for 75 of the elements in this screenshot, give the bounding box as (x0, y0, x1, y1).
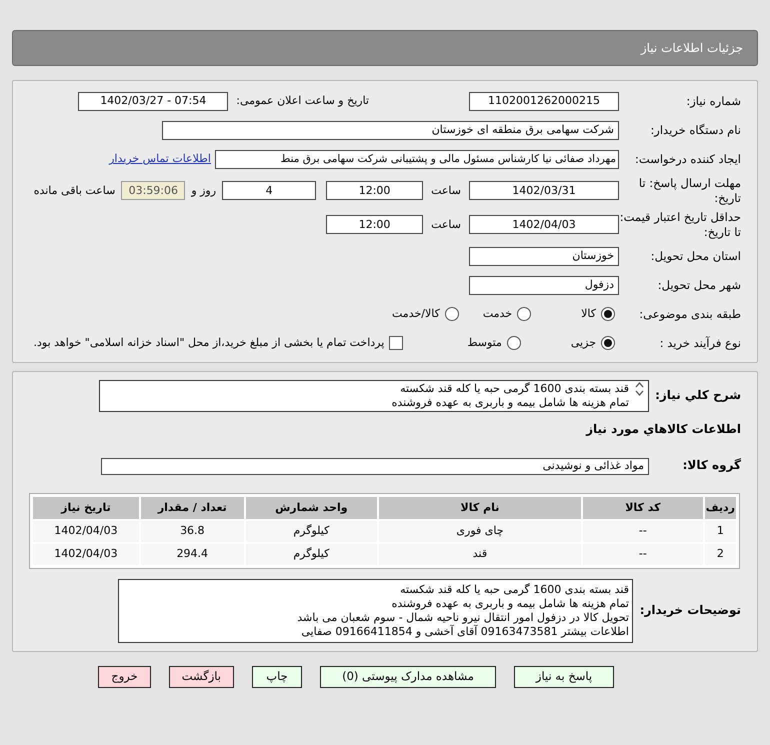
table-cell: -- (582, 544, 703, 565)
text-line: قند بسته بندی 1600 گرمی حبه یا کله قند شکسته (399, 582, 629, 597)
goods-group-field: مواد غذائی و نوشیدنی (101, 458, 649, 475)
action-button[interactable]: چاپ (252, 666, 302, 688)
text-line: تمام هزینه ها شامل بیمه و باربری به عهده فروشنده (392, 396, 629, 410)
text-line: تمام هزینه ها شامل بیمه و باربری به عهده فروشنده (390, 596, 629, 611)
text-line: اطلاعات بیشتر 09163473581 آقای آخشی و 09166411854 صفایی (300, 624, 629, 639)
table-cell: 1402/04/03 (33, 544, 139, 565)
field-label: نوع فرآیند خرید : (658, 336, 742, 351)
table-cell: چای فوری (378, 520, 581, 542)
column-header: واحد شمارش (246, 496, 377, 519)
requester-field: مهرداد صفائی نیا کارشناس مسئول مالی و پشتیبانی شرکت سهامی برق منط (215, 150, 619, 169)
deadline-time-field: 12:00 (326, 181, 424, 200)
section-heading: اطلاعات كالاهاي مورد نياز (584, 420, 742, 438)
field-label: روز و (191, 182, 216, 199)
field-label: استان محل تحویل: (650, 248, 742, 264)
column-header: تاریخ نیاز (33, 496, 139, 519)
table-cell: -- (582, 520, 703, 542)
field-label: شهر محل تحویل: (656, 278, 742, 293)
column-header: ردیف (704, 496, 736, 519)
table-cell: 294.4 (140, 544, 244, 565)
action-button[interactable]: پاسخ به نیاز (514, 666, 614, 688)
field-label: حداقل تاریخ اعتبار قیمت: تا تاریخ: (619, 210, 742, 240)
field-label: ساعت (431, 182, 461, 199)
field-label: مهلت ارسال پاسخ: تا تاریخ: (638, 176, 742, 206)
field-label: شماره نیاز: (685, 94, 742, 109)
option-label: متوسط (467, 335, 502, 351)
table-cell: 36.8 (140, 520, 244, 542)
radio-button[interactable] (601, 307, 615, 322)
field-label: تاریخ و ساعت اعلان عمومی: (236, 93, 369, 110)
table-cell: 2 (704, 544, 736, 565)
validity-time-field: 12:00 (326, 215, 424, 234)
remaining-time-field: 03:59:06 (121, 181, 186, 200)
option-label: کالا (581, 306, 596, 322)
text-line: تحویل کالا در دزفول امور انتقال نیرو ناحیه شمال - سوم شعبان می باشد (296, 610, 629, 624)
deadline-date-field: 1402/03/31 (469, 181, 619, 200)
need-number-field: 1102001262000215 (469, 92, 619, 111)
field-label: ساعت باقی مانده (34, 182, 116, 199)
scroll-arrows-icon[interactable] (635, 382, 644, 396)
field-label: توضیحات خریدار: (638, 602, 742, 619)
days-field: 4 (222, 181, 316, 200)
contact-link[interactable]: اطلاعات تماس خریدار (109, 151, 211, 168)
action-button[interactable]: مشاهده مدارک پیوستی (0) (320, 666, 496, 688)
field-label: نام دستگاه خریدار: (649, 123, 742, 138)
radio-button[interactable] (601, 336, 615, 350)
field-label: طبقه بندی موضوعی: (638, 306, 742, 322)
radio-button[interactable] (517, 307, 532, 322)
province-field: خوزستان (469, 246, 619, 266)
announce-date-field: 1402/03/27 - 07:54 (78, 92, 228, 111)
action-button[interactable]: خروج (98, 666, 151, 688)
radio-button[interactable] (506, 336, 521, 350)
table-cell: کیلوگرم (246, 544, 377, 565)
buyer-org-field: شرکت سهامی برق منطقه ای خوزستان (162, 121, 619, 140)
radio-button[interactable] (444, 307, 459, 322)
column-header: کد کالا (582, 496, 703, 519)
field-label: شرح کلي نياز: (654, 388, 742, 404)
column-header: تعداد / مقدار (140, 496, 244, 519)
field-label: گروه کالا: (682, 458, 742, 474)
checkbox[interactable] (389, 336, 404, 350)
option-label: خدمت (482, 306, 512, 322)
page-title: جزئیات اطلاعات نیاز (12, 30, 758, 66)
column-header: نام کالا (378, 496, 581, 519)
field-label: ایجاد کننده درخواست: (634, 152, 742, 167)
field-label: ساعت (431, 216, 461, 233)
text-line: قند بسته بندی 1600 گرمی حبه یا کله قند شکسته (399, 382, 629, 396)
option-label: کالا/خدمت (392, 306, 440, 322)
table-cell: کیلوگرم (246, 520, 377, 542)
table-cell: 1 (704, 520, 736, 542)
checkbox-label: پرداخت تمام یا بخشی از مبلغ خرید،از محل "اسناد خزانه اسلامی" خواهد بود. (34, 335, 384, 351)
action-button[interactable]: بازگشت (168, 666, 234, 688)
table-cell: قند (378, 544, 581, 565)
option-label: جزیی (570, 335, 596, 351)
city-field: دزفول (469, 276, 619, 295)
table-cell: 1402/04/03 (33, 520, 139, 542)
validity-date-field: 1402/04/03 (469, 215, 619, 234)
